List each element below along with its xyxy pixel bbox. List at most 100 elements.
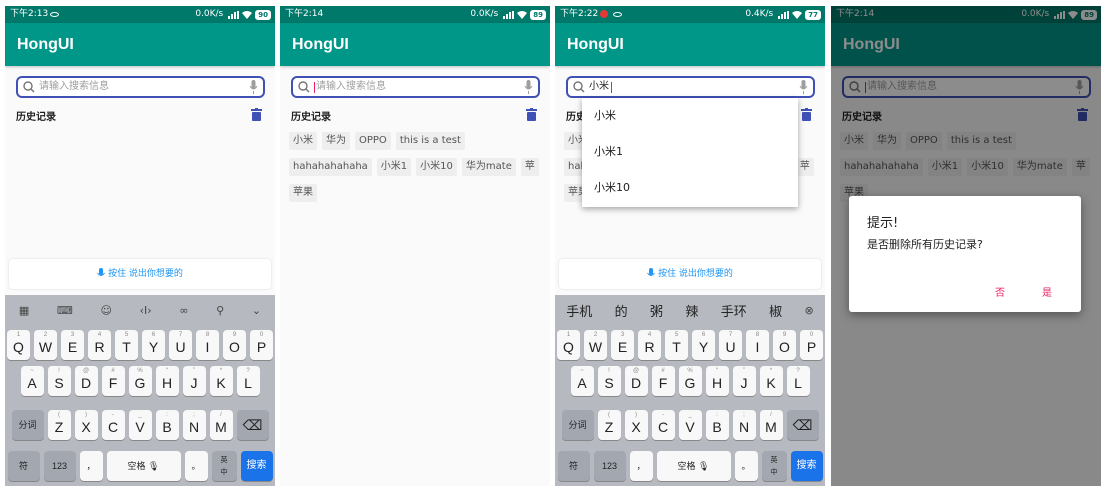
key-u[interactable]: 7U [719,330,742,360]
key-k[interactable]: * K [759,366,783,396]
backspace-key[interactable]: ⌫ [236,410,269,440]
key-v[interactable]: _ V [678,410,702,440]
key-j[interactable]: ” J [182,366,206,396]
voice-input-bar[interactable]: 按住 说出你想要的 [9,259,271,289]
key-i[interactable]: 8I [746,330,769,360]
key-p[interactable]: 0P [250,330,273,360]
mic-icon[interactable] [524,80,533,94]
key-h[interactable]: “H [705,366,729,396]
key-p[interactable]: 0P [800,330,823,360]
comma-key[interactable]: ， [79,451,103,481]
key-t[interactable]: 5T [115,330,138,360]
history-tag[interactable]: this is a test [395,132,465,150]
key-s[interactable]: ! S [47,366,71,396]
key-f[interactable]: # F [101,366,125,396]
key-t[interactable]: 5T [665,330,688,360]
key-d[interactable]: @ D [74,366,98,396]
close-candidates-icon[interactable]: ⊗ [805,304,814,317]
cursor-icon[interactable]: ‹I› [140,304,152,317]
search-enter-key[interactable]: 搜索 [240,451,273,481]
suggestion-item[interactable]: 小米1 [582,134,798,170]
key-i[interactable]: 8I [196,330,219,360]
key-g[interactable]: % G [678,366,702,396]
key-m[interactable]: / M [759,410,783,440]
candidate-word[interactable]: 手环 [721,301,747,320]
key-l[interactable]: ? L [236,366,260,396]
number-key[interactable]: 123 [43,451,76,481]
key-a[interactable]: ~ A [570,366,594,396]
chevron-down-icon[interactable]: ⌄ [252,304,261,317]
suggestion-item[interactable]: 小米10 [582,170,798,206]
key-f[interactable]: # F [651,366,675,396]
link-icon[interactable]: ∞ [179,304,188,317]
key-r[interactable]: 4R [638,330,661,360]
comma-key[interactable]: ， [629,451,653,481]
key-z[interactable]: (Z [597,410,621,440]
key-o[interactable]: 9O [773,330,796,360]
search-input[interactable]: 请输入搜索信息 [291,76,540,98]
delete-history-icon[interactable] [526,108,537,121]
history-tag[interactable]: 苹 [795,158,814,176]
segment-key[interactable]: 分词 [11,410,44,440]
key-o[interactable]: 9O [223,330,246,360]
key-b[interactable]: :B [155,410,179,440]
history-tag[interactable]: 小米1 [376,158,412,176]
delete-history-icon[interactable] [251,108,262,121]
language-switch-key[interactable]: 英中 [211,451,237,481]
key-c[interactable]: -C [101,410,125,440]
symbol-key[interactable]: 符 [557,451,590,481]
history-tag[interactable]: 小米 [289,132,317,150]
key-s[interactable]: ! S [597,366,621,396]
segment-key[interactable]: 分词 [561,410,594,440]
history-tag[interactable]: 华为mate [461,158,516,176]
key-l[interactable]: ? L [786,366,810,396]
history-tag[interactable]: 苹果 [289,184,317,202]
grid-icon[interactable]: ▦ [19,304,29,317]
candidate-word[interactable]: 椒 [769,301,782,320]
history-tag[interactable]: hahahahahaha [289,158,372,176]
key-g[interactable]: % G [128,366,152,396]
key-j[interactable]: ” J [732,366,756,396]
candidate-word[interactable]: 粥 [650,301,663,320]
key-y[interactable]: 6Y [692,330,715,360]
period-key[interactable]: 。 [184,451,208,481]
key-v[interactable]: _ V [128,410,152,440]
emoji-icon[interactable]: ☺ [100,304,111,317]
search-input[interactable]: 小米 [566,76,815,98]
number-key[interactable]: 123 [593,451,626,481]
key-d[interactable]: @ D [624,366,648,396]
candidate-word[interactable]: 辣 [685,301,698,320]
mic-icon[interactable] [799,80,808,94]
key-e[interactable]: 3E [61,330,84,360]
candidate-word[interactable]: 的 [615,301,628,320]
key-b[interactable]: :B [705,410,729,440]
language-switch-key[interactable]: 英中 [761,451,787,481]
key-x[interactable]: ) X [624,410,648,440]
key-r[interactable]: 4R [88,330,111,360]
key-z[interactable]: (Z [47,410,71,440]
key-n[interactable]: ; N [732,410,756,440]
suggestion-item[interactable]: 小米 [582,98,798,134]
space-key[interactable]: 空格 🎙 [106,451,181,481]
period-key[interactable]: 。 [734,451,758,481]
key-w[interactable]: 2W [584,330,607,360]
history-tag[interactable]: 华为 [322,132,350,150]
keyboard-icon[interactable]: ⌨ [57,304,73,317]
key-q[interactable]: 1Q [557,330,580,360]
voice-input-bar[interactable]: 按住 说出你想要的 [559,259,821,289]
history-tag[interactable]: 苹 [520,158,539,176]
space-key[interactable]: 空格 🎙 [656,451,731,481]
key-x[interactable]: ) X [74,410,98,440]
history-tag[interactable]: 小米10 [416,158,457,176]
symbol-key[interactable]: 符 [7,451,40,481]
candidate-word[interactable]: 手机 [566,301,592,320]
key-h[interactable]: “H [155,366,179,396]
key-m[interactable]: / M [209,410,233,440]
search-enter-key[interactable]: 搜索 [790,451,823,481]
search-input[interactable]: 请输入搜索信息 [16,76,265,98]
delete-history-icon[interactable] [801,108,812,121]
key-w[interactable]: 2W [34,330,57,360]
key-u[interactable]: 7U [169,330,192,360]
mic-icon[interactable] [249,80,258,94]
search-icon[interactable]: ⚲ [216,304,224,317]
